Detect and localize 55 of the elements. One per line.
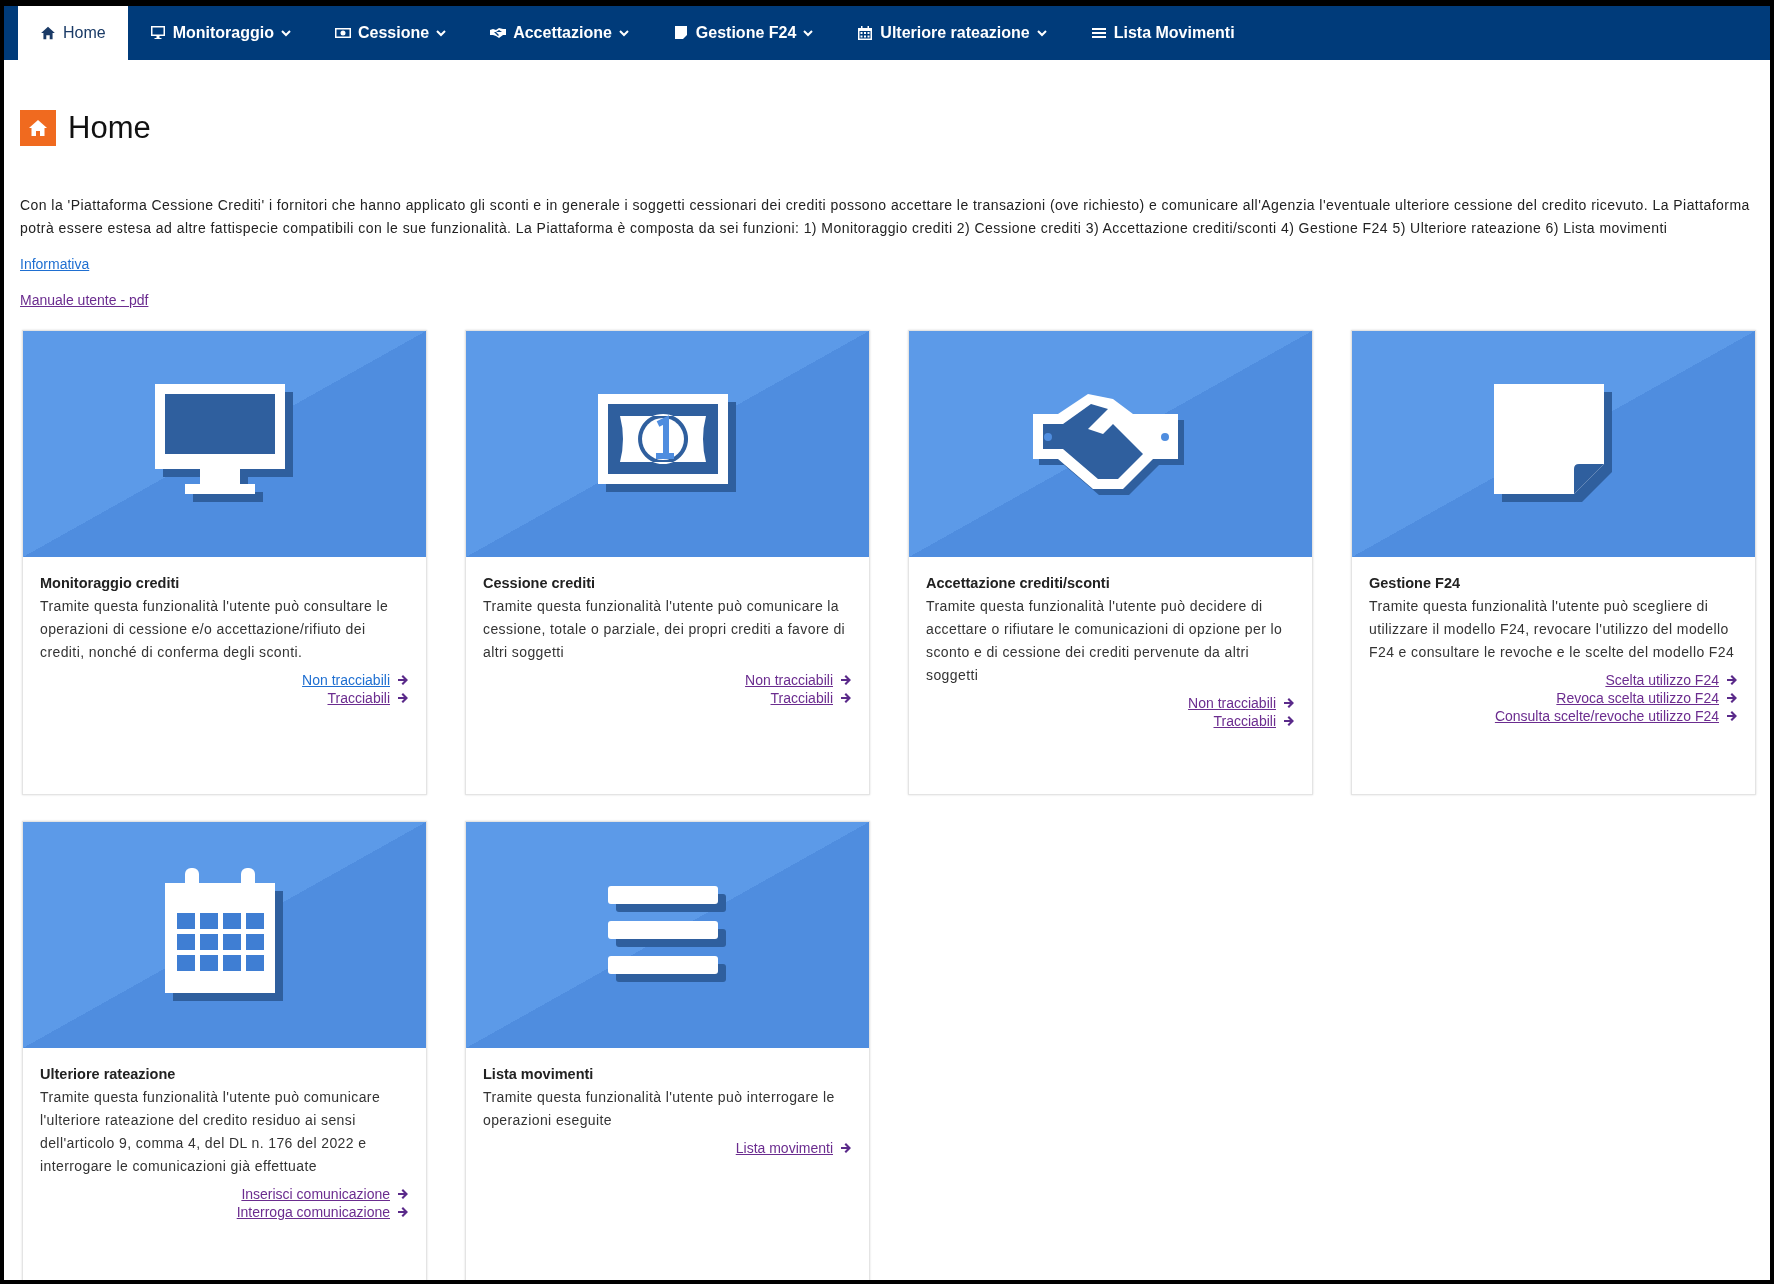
card-description: Tramite questa funzionalità l'utente può scegliere di utilizzare il modello F24, revocare l'utilizzo del modello F24 e consultare le revoche e le scelte del modello F24 (1369, 597, 1736, 662)
intro-paragraph: Con la 'Piattaforma Cessione Crediti' i fornitori che hanno applicato gli sconti e in generale i soggetti cessionari dei crediti possono accettare le transazioni (ove richiesto) e comunicare all'Agenzia l'eventuale ulteriore cessione del credito ricevuto. La Piattaforma potrà essere estesa ad altre fattispecie compatibili con le sue funzionalità. La Piattaforma è composta da sei funzioni: 1) Monitoraggio crediti 2) Cessione crediti 3) Accettazione crediti/sconti 4) Gestione F24 5) Ulteriore rateazione 6) Lista movimenti (20, 196, 1751, 238)
card-link[interactable]: Non tracciabili (302, 672, 409, 688)
card-description: Tramite questa funzionalità l'utente può consultare le operazioni di cessione e/o accettazione/rifiuto dei crediti, nonché di conferma degli sconti. (40, 597, 390, 662)
arrow-icon (397, 674, 409, 686)
nav-tab[interactable]: Home (18, 6, 128, 60)
calendar-icon (857, 25, 874, 41)
card-link[interactable]: Tracciabili (770, 690, 852, 706)
card-link[interactable]: Interroga comunicazione (236, 1204, 409, 1220)
card-title: Gestione F24 (1369, 575, 1462, 591)
card-description: Tramite questa funzionalità l'utente può decidere di accettare o rifiutare le comunicazioni di opzione per lo sconto e di cessione dei crediti pervenute da altri soggetti (926, 597, 1284, 685)
document-link[interactable]: Informativa (20, 256, 90, 272)
card-description: Tramite questa funzionalità l'utente può interrogare le operazioni eseguite (483, 1088, 836, 1130)
card-link[interactable]: Non tracciabili (1188, 695, 1295, 711)
card-link[interactable]: Non tracciabili (745, 672, 852, 688)
card-title: Monitoraggio crediti (40, 575, 181, 591)
nav-tab[interactable]: Monitoraggio (127, 6, 313, 60)
handshake-icon (490, 25, 507, 41)
card-link[interactable]: Consulta scelte/revoche utilizzo F24 (1494, 708, 1738, 724)
arrow-icon (1283, 697, 1295, 709)
list-icon (1090, 25, 1107, 41)
card-link[interactable]: Lista movimenti (735, 1140, 852, 1156)
arrow-icon (1726, 692, 1738, 704)
page-title: Home (68, 110, 151, 146)
arrow-icon (840, 674, 852, 686)
nav-tab[interactable]: Cessione (313, 6, 469, 60)
monitor-icon (149, 25, 166, 41)
card-title: Lista movimenti (483, 1066, 595, 1082)
card-title: Accettazione crediti/sconti (926, 575, 1111, 591)
card-description: Tramite questa funzionalità l'utente può comunicare la cessione, totale o parziale, dei propri crediti a favore di altri soggetti (483, 597, 847, 662)
card-title: Ulteriore rateazione (40, 1066, 177, 1082)
arrow-icon (397, 1188, 409, 1200)
arrow-icon (397, 1206, 409, 1218)
card-link[interactable]: Scelta utilizzo F24 (1605, 672, 1738, 688)
nav-tab[interactable]: Accettazione (468, 6, 651, 60)
banknote-icon (335, 25, 351, 41)
document-link[interactable]: Manuale utente - pdf (20, 292, 149, 308)
card-description: Tramite questa funzionalità l'utente può comunicare l'ulteriore rateazione del credito residuo ai sensi dell'articolo 9, comma 4, del DL n. 176 del 2022 e interrogare le comunicazioni già effettuate (40, 1088, 382, 1176)
card-link[interactable]: Inserisci comunicazione (241, 1186, 409, 1202)
home-icon (20, 110, 56, 146)
arrow-icon (840, 1142, 852, 1154)
nav-tab[interactable]: Gestione F24 (650, 6, 836, 60)
arrow-icon (1726, 674, 1738, 686)
home-icon (40, 25, 56, 41)
arrow-icon (1283, 715, 1295, 727)
arrow-icon (1726, 710, 1738, 722)
note-icon (672, 25, 689, 41)
card-title: Cessione crediti (483, 575, 596, 591)
arrow-icon (397, 692, 409, 704)
nav-tab[interactable]: Lista Movimenti (1068, 6, 1257, 60)
arrow-icon (840, 692, 852, 704)
nav-tab[interactable]: Ulteriore rateazione (835, 6, 1069, 60)
card-link[interactable]: Tracciabili (1213, 713, 1295, 729)
card-link[interactable]: Revoca scelta utilizzo F24 (1556, 690, 1738, 706)
card-link[interactable]: Tracciabili (327, 690, 409, 706)
